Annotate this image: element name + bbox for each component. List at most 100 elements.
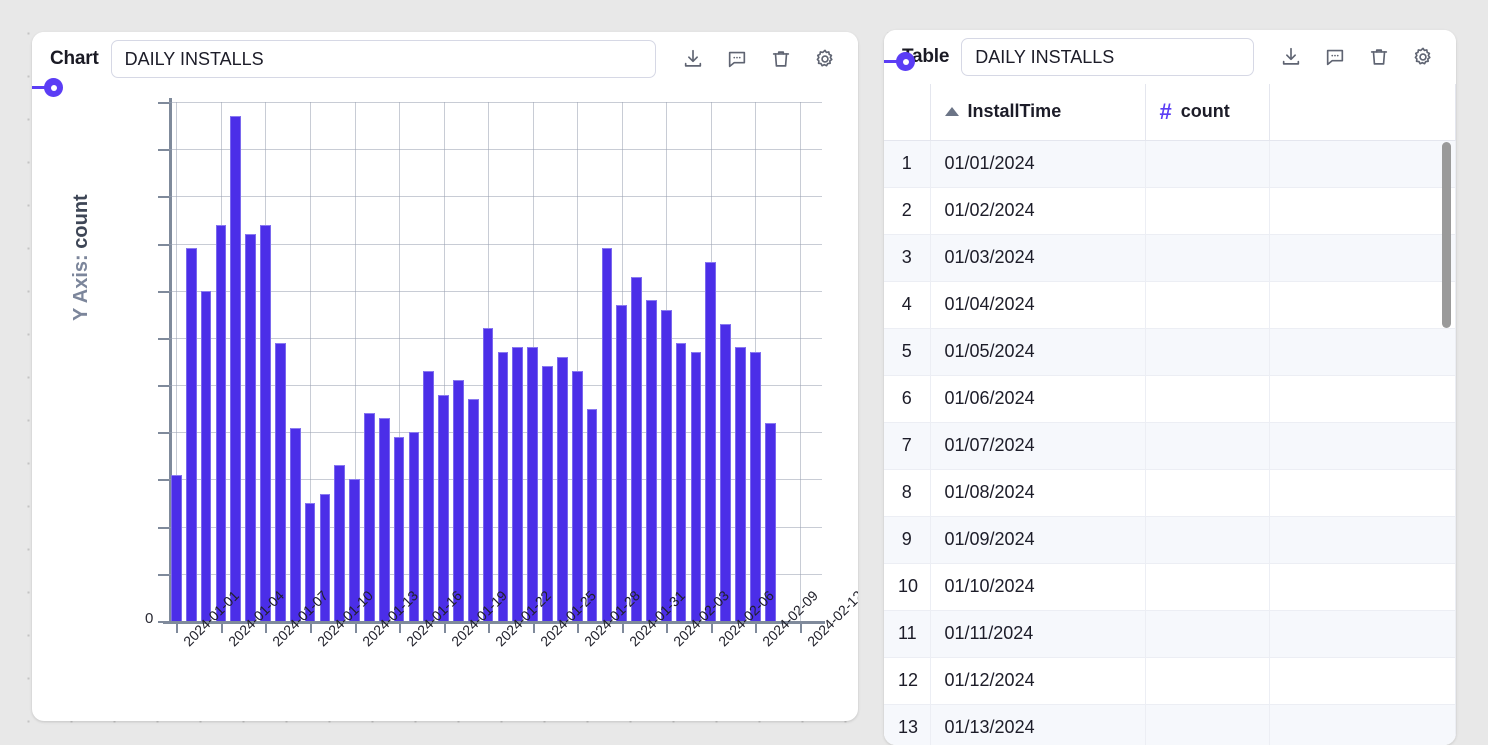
gear-icon[interactable] <box>814 48 836 70</box>
cell-count[interactable] <box>1145 422 1269 469</box>
cell-installtime[interactable]: 01/12/2024 <box>930 657 1145 704</box>
bar[interactable] <box>676 343 687 621</box>
bar[interactable] <box>498 352 509 621</box>
cell-installtime[interactable]: 01/02/2024 <box>930 187 1145 234</box>
cell-count[interactable] <box>1145 234 1269 281</box>
bar[interactable] <box>616 305 627 621</box>
cell-installtime[interactable]: 01/04/2024 <box>930 281 1145 328</box>
cell-count[interactable] <box>1145 375 1269 422</box>
chart-node-connector[interactable] <box>32 78 63 97</box>
cell-count[interactable] <box>1145 328 1269 375</box>
bar[interactable] <box>423 371 434 621</box>
table-node-connector[interactable] <box>884 52 915 71</box>
y-axis-prefix: Y Axis: <box>70 254 92 321</box>
cell-installtime[interactable]: 01/06/2024 <box>930 375 1145 422</box>
cell-count[interactable] <box>1145 281 1269 328</box>
bar[interactable] <box>527 347 538 621</box>
cell-installtime[interactable]: 01/13/2024 <box>930 704 1145 745</box>
table-row[interactable]: 1201/12/2024 <box>884 657 1456 704</box>
table-row[interactable]: 601/06/2024 <box>884 375 1456 422</box>
download-icon[interactable] <box>682 48 704 70</box>
gear-icon[interactable] <box>1412 46 1434 68</box>
cell-installtime[interactable]: 01/11/2024 <box>930 610 1145 657</box>
cell-count[interactable] <box>1145 469 1269 516</box>
chart-name-input[interactable] <box>111 40 656 78</box>
bar[interactable] <box>631 277 642 621</box>
trash-icon[interactable] <box>770 48 792 70</box>
sort-ascending-icon[interactable] <box>945 107 959 116</box>
cell-count[interactable] <box>1145 610 1269 657</box>
table-name-input[interactable] <box>961 38 1254 76</box>
table-row[interactable]: 1301/13/2024 <box>884 704 1456 745</box>
bar[interactable] <box>201 291 212 621</box>
table-row[interactable]: 301/03/2024 <box>884 234 1456 281</box>
column-header-installtime[interactable]: InstallTime <box>930 84 1145 140</box>
comment-icon[interactable] <box>726 48 748 70</box>
bar[interactable] <box>453 380 464 621</box>
bar[interactable] <box>735 347 746 621</box>
bar[interactable] <box>260 225 271 621</box>
bar[interactable] <box>557 357 568 621</box>
bar[interactable] <box>691 352 702 621</box>
cell-installtime[interactable]: 01/01/2024 <box>930 140 1145 187</box>
bar[interactable] <box>750 352 761 621</box>
bar[interactable] <box>275 343 286 621</box>
bar[interactable] <box>334 465 345 621</box>
bar[interactable] <box>646 300 657 621</box>
cell-installtime[interactable]: 01/05/2024 <box>930 328 1145 375</box>
cell-installtime[interactable]: 01/08/2024 <box>930 469 1145 516</box>
cell-count[interactable] <box>1145 140 1269 187</box>
table-vertical-scrollbar[interactable] <box>1442 142 1451 742</box>
cell-installtime[interactable]: 01/07/2024 <box>930 422 1145 469</box>
cell-count[interactable] <box>1145 563 1269 610</box>
bar[interactable] <box>512 347 523 621</box>
cell-spacer <box>1269 140 1456 187</box>
column-label: count <box>1181 101 1230 122</box>
cell-count[interactable] <box>1145 516 1269 563</box>
chart-panel-title: Chart <box>50 48 99 70</box>
bar[interactable] <box>661 310 672 621</box>
connector-node-dot[interactable] <box>44 78 63 97</box>
bar[interactable] <box>542 366 553 621</box>
cell-installtime[interactable]: 01/03/2024 <box>930 234 1145 281</box>
bar[interactable] <box>216 225 227 621</box>
scrollbar-thumb[interactable] <box>1442 142 1451 328</box>
cell-count[interactable] <box>1145 704 1269 745</box>
bar-cell <box>748 102 763 621</box>
connector-node-dot[interactable] <box>896 52 915 71</box>
table-row[interactable]: 101/01/2024 <box>884 140 1456 187</box>
cell-installtime[interactable]: 01/10/2024 <box>930 563 1145 610</box>
table-row[interactable]: 501/05/2024 <box>884 328 1456 375</box>
table-row[interactable]: 901/09/2024 <box>884 516 1456 563</box>
bar[interactable] <box>438 395 449 621</box>
cell-installtime[interactable]: 01/09/2024 <box>930 516 1145 563</box>
y-axis-title: Y Axis: count <box>70 194 93 321</box>
bar[interactable] <box>572 371 583 621</box>
bar[interactable] <box>720 324 731 621</box>
bar[interactable] <box>468 399 479 621</box>
table-row[interactable]: 801/08/2024 <box>884 469 1456 516</box>
bar[interactable] <box>379 418 390 621</box>
bar[interactable] <box>186 248 197 621</box>
trash-icon[interactable] <box>1368 46 1390 68</box>
table-row[interactable]: 201/02/2024 <box>884 187 1456 234</box>
cell-count[interactable] <box>1145 187 1269 234</box>
download-icon[interactable] <box>1280 46 1302 68</box>
comment-icon[interactable] <box>1324 46 1346 68</box>
bar[interactable] <box>602 248 613 621</box>
table-scroll-region[interactable]: InstallTime # count 101/01/2024201/02/20… <box>884 84 1456 745</box>
bar[interactable] <box>230 116 241 621</box>
column-header-count[interactable]: # count <box>1145 84 1269 140</box>
cell-count[interactable] <box>1145 657 1269 704</box>
table-row[interactable]: 1001/10/2024 <box>884 563 1456 610</box>
x-tick <box>488 624 490 633</box>
bar[interactable] <box>290 428 301 621</box>
table-row[interactable]: 701/07/2024 <box>884 422 1456 469</box>
table-row[interactable]: 401/04/2024 <box>884 281 1456 328</box>
table-row[interactable]: 1101/11/2024 <box>884 610 1456 657</box>
bar[interactable] <box>245 234 256 621</box>
bar[interactable] <box>171 475 182 621</box>
bar[interactable] <box>483 328 494 621</box>
y-tick <box>158 102 169 104</box>
bar[interactable] <box>705 262 716 621</box>
